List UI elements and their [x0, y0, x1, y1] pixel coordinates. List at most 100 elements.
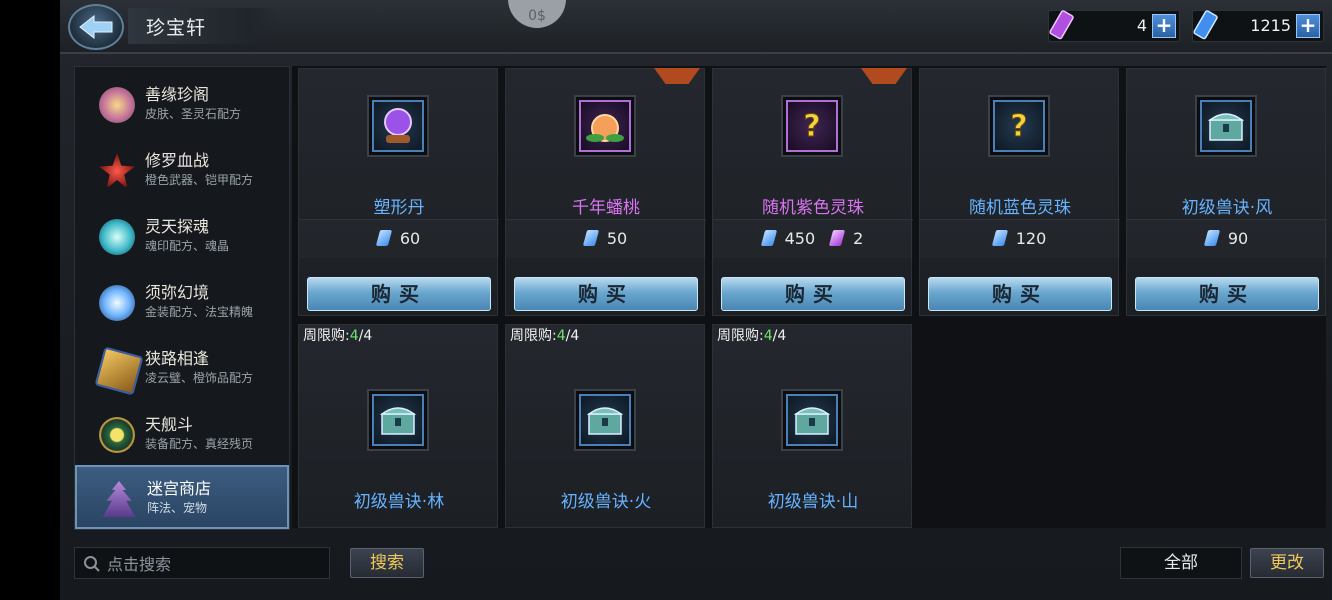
- treasure-chest-icon: [579, 394, 631, 446]
- price-row: 450 2: [713, 219, 913, 258]
- weekly-limit-current: 4: [556, 328, 566, 344]
- item-icon-frame: [574, 95, 636, 157]
- filter-select[interactable]: 全部: [1120, 547, 1242, 579]
- add-blue-ticket-button[interactable]: +: [1296, 14, 1320, 38]
- item-price: 50: [606, 229, 628, 248]
- item-name: 塑形丹: [373, 198, 425, 218]
- sidebar-item-migong[interactable]: 迷宫商店 阵法、宠物: [75, 465, 289, 529]
- item-price: 90: [1227, 229, 1249, 248]
- item-name: 随机蓝色灵珠: [969, 198, 1071, 218]
- purple-ticket-icon: [829, 230, 846, 246]
- blue-ticket-icon: [375, 230, 392, 246]
- sidebar-item-tianjian[interactable]: 天舰斗 装备配方、真经残页: [75, 403, 289, 467]
- svg-text:?: ?: [803, 109, 820, 144]
- item-name: 随机紫色灵珠: [762, 198, 864, 218]
- blue-ticket-icon: [1193, 10, 1218, 40]
- item-icon-frame: [367, 95, 429, 157]
- back-arrow-icon: [79, 15, 113, 39]
- blue-ticket-count: 1215: [1250, 16, 1291, 35]
- weekly-limit-max: /4: [565, 328, 580, 344]
- buy-button[interactable]: 购买: [307, 277, 491, 311]
- item-icon-frame: [574, 389, 636, 451]
- currency-blue: 1215 +: [1192, 10, 1324, 42]
- item-icon-frame: [367, 389, 429, 451]
- sidebar-item-subtitle: 阵法、宠物: [147, 501, 208, 515]
- buy-button[interactable]: 购买: [721, 277, 905, 311]
- sidebar-item-xiuluo[interactable]: 修罗血战 橙色武器、铠甲配方: [75, 139, 289, 203]
- sidebar-item-xumi[interactable]: 须弥幻境 金装配方、法宝精魄: [75, 271, 289, 335]
- question-mark-icon: ?: [993, 100, 1045, 152]
- coin-label: 0$: [528, 8, 546, 24]
- purple-orb-icon: [372, 100, 424, 152]
- price-row: 60: [299, 219, 499, 258]
- item-name: 初级兽诀·风: [1181, 198, 1273, 218]
- item-icon-frame: ?: [988, 95, 1050, 157]
- item-card[interactable]: 塑形丹 60 购买: [298, 68, 499, 316]
- red-star-icon: [99, 153, 135, 189]
- add-purple-ticket-button[interactable]: +: [1152, 14, 1176, 38]
- search-icon: [84, 556, 100, 572]
- sidebar-item-subtitle: 皮肤、圣灵石配方: [145, 107, 242, 121]
- item-icon-frame: ?: [781, 95, 843, 157]
- spirit-orb-icon: [99, 219, 135, 255]
- item-price-secondary: 2: [853, 229, 864, 248]
- price-row: 120: [920, 219, 1120, 258]
- item-card[interactable]: 周限购:4/4 初级兽诀·火: [505, 324, 705, 528]
- change-filter-button[interactable]: 更改: [1250, 548, 1324, 578]
- item-card[interactable]: 周限购:4/4 初级兽诀·林: [298, 324, 498, 528]
- sidebar-item-subtitle: 橙色武器、铠甲配方: [145, 173, 254, 187]
- item-grid: 塑形丹 60 购买 千年蟠桃 50 购买 ? 随机紫色灵珠 4502 购买 ?: [292, 66, 1327, 528]
- back-button[interactable]: [68, 4, 124, 50]
- sidebar-item-subtitle: 金装配方、法宝精魄: [145, 305, 254, 319]
- peach-icon: [579, 100, 631, 152]
- buy-button[interactable]: 购买: [928, 277, 1112, 311]
- treasure-chest-icon: [786, 394, 838, 446]
- blue-crystal-icon: [99, 285, 135, 321]
- currency-purple: 4 +: [1048, 10, 1180, 42]
- blue-ticket-icon: [1203, 230, 1220, 246]
- page-title: 珍宝轩: [146, 17, 207, 39]
- buy-button[interactable]: 购买: [514, 277, 698, 311]
- sidebar-item-name: 修罗血战: [145, 151, 210, 170]
- corner-ribbon: [861, 68, 907, 84]
- pagoda-icon: [102, 481, 136, 517]
- item-name: 初级兽诀·山: [767, 492, 859, 512]
- blue-ticket-icon: [760, 230, 777, 246]
- blue-ticket-icon: [582, 230, 599, 246]
- sidebar-item-shanyuan[interactable]: 善缘珍阁 皮肤、圣灵石配方: [75, 73, 289, 137]
- treasure-chest-icon: [372, 394, 424, 446]
- weekly-limit-max: /4: [358, 328, 373, 344]
- weekly-limit-max: /4: [772, 328, 787, 344]
- buy-button[interactable]: 购买: [1135, 277, 1319, 311]
- price-row: 90: [1127, 219, 1327, 258]
- item-card[interactable]: 千年蟠桃 50 购买: [505, 68, 706, 316]
- sidebar-item-xialu[interactable]: 狭路相逢 凌云璧、橙饰品配方: [75, 337, 289, 401]
- search-button[interactable]: 搜索: [350, 548, 424, 578]
- weekly-limit-current: 4: [763, 328, 773, 344]
- sidebar-item-name: 狭路相逢: [145, 349, 210, 368]
- item-card[interactable]: 初级兽诀·风 90 购买: [1126, 68, 1327, 316]
- blue-ticket-icon: [991, 230, 1008, 246]
- sidebar-item-name: 天舰斗: [145, 415, 194, 434]
- item-price: 120: [1015, 229, 1047, 248]
- sidebar-item-subtitle: 凌云璧、橙饰品配方: [145, 371, 254, 385]
- sidebar-item-subtitle: 装备配方、真经残页: [145, 437, 254, 451]
- purple-ticket-count: 4: [1136, 16, 1147, 35]
- sidebar-item-lingtian[interactable]: 灵天探魂 魂印配方、魂晶: [75, 205, 289, 269]
- item-card[interactable]: ? 随机紫色灵珠 450 2 购买: [712, 68, 913, 316]
- weekly-limit-label: 周限购:: [303, 328, 350, 344]
- purple-ticket-icon: [1049, 10, 1074, 40]
- weekly-limit-current: 4: [349, 328, 359, 344]
- shop-category-sidebar: 善缘珍阁 皮肤、圣灵石配方 修罗血战 橙色武器、铠甲配方 灵天探魂 魂印配方、魂…: [74, 66, 290, 530]
- sidebar-item-name: 须弥幻境: [145, 283, 210, 302]
- sidebar-item-name: 善缘珍阁: [145, 85, 210, 104]
- weekly-limit-label: 周限购:: [717, 328, 764, 344]
- search-box: [74, 547, 330, 580]
- search-input[interactable]: [105, 548, 329, 580]
- item-name: 千年蟠桃: [572, 198, 640, 218]
- item-card[interactable]: 周限购:4/4 初级兽诀·山: [712, 324, 912, 528]
- treasure-chest-icon: [1200, 100, 1252, 152]
- question-mark-icon: ?: [786, 100, 838, 152]
- item-card[interactable]: ? 随机蓝色灵珠 120 购买: [919, 68, 1120, 316]
- weekly-limit: 周限购:4/4: [717, 325, 786, 345]
